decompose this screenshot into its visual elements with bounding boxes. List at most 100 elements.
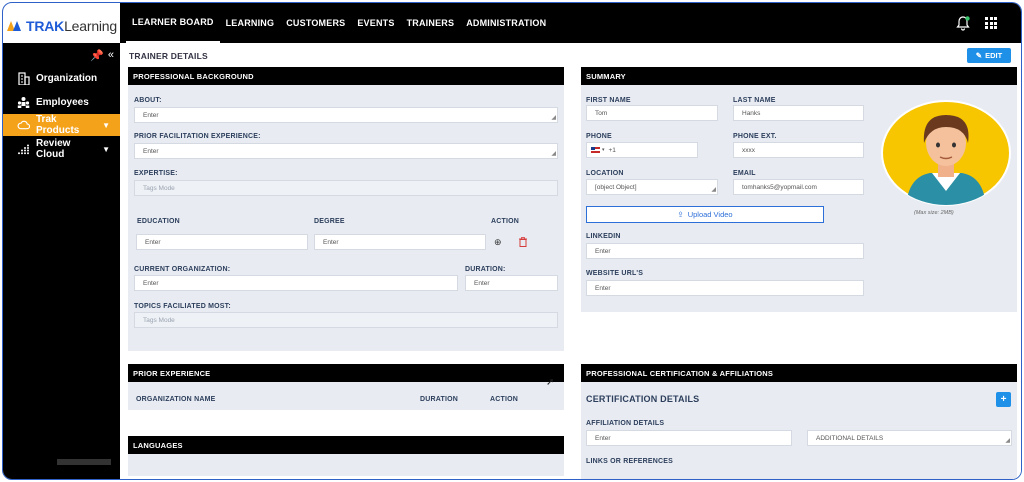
dots-icon xyxy=(17,143,30,156)
column-header-organization-name: ORGANIZATION NAME xyxy=(136,396,216,403)
website-label: WEBSITE URL'S xyxy=(586,270,644,277)
expertise-label: EXPERTISE: xyxy=(134,170,178,177)
building-icon xyxy=(17,71,30,85)
cloud-icon xyxy=(17,119,30,132)
trash-icon[interactable] xyxy=(519,237,527,249)
duration-input[interactable]: Enter xyxy=(465,275,558,291)
links-references-label: LINKS OR REFERENCES xyxy=(586,458,674,465)
panel-header: PRIOR EXPERIENCE xyxy=(128,364,564,382)
upload-video-button[interactable]: ⇪ Upload Video xyxy=(586,206,824,223)
app-window: TRAKLearning LEARNER BOARD LEARNING CUST… xyxy=(2,2,1022,480)
first-name-value: Tom xyxy=(595,109,608,117)
summary-panel: SUMMARY FIRST NAME Tom LAST NAME Hanks P… xyxy=(581,67,1017,312)
notification-bell-icon[interactable] xyxy=(955,15,971,31)
nav-customers[interactable]: CUSTOMERS xyxy=(280,3,351,43)
expertise-placeholder: Tags Mode xyxy=(143,184,175,192)
last-name-label: LAST NAME xyxy=(733,97,776,104)
location-label: LOCATION xyxy=(586,170,624,177)
linkedin-placeholder: Enter xyxy=(595,247,611,255)
education-input[interactable]: Enter xyxy=(136,234,308,250)
affiliation-input[interactable]: Enter xyxy=(586,430,792,446)
panel-header: PROFESSIONAL BACKGROUND xyxy=(128,67,564,85)
resize-handle-icon[interactable]: ◢ xyxy=(551,151,556,157)
sidebar-item-employees[interactable]: Employees xyxy=(3,91,120,113)
prior-experience-panel: PRIOR EXPERIENCE ORGANIZATION NAME DURAT… xyxy=(128,364,564,410)
email-input[interactable]: tomhanks5@yopmail.com xyxy=(733,179,864,195)
last-name-input[interactable]: Hanks xyxy=(733,105,864,121)
topbar-actions xyxy=(955,15,997,31)
phone-input[interactable]: ▾ +1 xyxy=(586,142,698,158)
topics-placeholder: Tags Mode xyxy=(143,316,175,324)
mouse-cursor-icon: ➚ xyxy=(546,377,555,388)
profile-avatar[interactable] xyxy=(880,99,1012,207)
resize-handle-icon[interactable]: ◢ xyxy=(1005,438,1010,444)
sidebar: 📌 « Organization Employees Trak Products… xyxy=(3,43,120,479)
sidebar-tools: 📌 « xyxy=(90,49,114,62)
add-circle-icon[interactable]: ⊕ xyxy=(494,237,502,248)
additional-details-placeholder: ADDITIONAL DETAILS xyxy=(816,434,884,442)
apps-grid-icon[interactable] xyxy=(985,17,997,29)
resize-handle-icon[interactable]: ◢ xyxy=(711,187,716,193)
current-organization-input[interactable]: Enter xyxy=(134,275,458,291)
nav-events[interactable]: EVENTS xyxy=(351,3,400,43)
website-input[interactable]: Enter xyxy=(586,280,864,296)
brand-name-part2: Learning xyxy=(64,18,117,34)
phone-ext-value: xxxx xyxy=(742,146,755,154)
education-label: EDUCATION xyxy=(137,218,180,225)
add-certification-button[interactable]: + xyxy=(996,392,1011,407)
degree-label: DEGREE xyxy=(314,218,345,225)
about-label: ABOUT: xyxy=(134,97,162,104)
panel-header: LANGUAGES xyxy=(128,436,564,454)
topics-label: TOPICS FACILIATED MOST: xyxy=(134,303,231,310)
avatar-caption: (Max size: 2MB) xyxy=(914,210,954,216)
top-navigation-bar: LEARNER BOARD LEARNING CUSTOMERS EVENTS … xyxy=(120,3,1021,43)
sidebar-item-label: Organization xyxy=(36,72,98,84)
sidebar-scrollbar[interactable] xyxy=(57,459,111,465)
degree-input[interactable]: Enter xyxy=(314,234,486,250)
expertise-tags-input[interactable]: Tags Mode xyxy=(134,180,558,196)
sidebar-item-review-cloud[interactable]: Review Cloud ▼ xyxy=(3,138,120,160)
phone-country-code: +1 xyxy=(608,146,616,154)
additional-details-input[interactable]: ADDITIONAL DETAILS ◢ xyxy=(807,430,1012,446)
nav-trainers[interactable]: TRAINERS xyxy=(401,3,461,43)
pin-icon[interactable]: 📌 xyxy=(90,49,104,62)
email-value: tomhanks5@yopmail.com xyxy=(742,183,817,191)
current-organization-label: CURRENT ORGANIZATION: xyxy=(134,266,231,273)
current-organization-placeholder: Enter xyxy=(143,279,159,287)
location-input[interactable]: [object Object] ◢ xyxy=(586,179,718,195)
people-icon xyxy=(17,96,30,109)
about-input[interactable]: Enter ◢ xyxy=(134,107,558,123)
topics-tags-input[interactable]: Tags Mode xyxy=(134,312,558,328)
page-title: TRAINER DETAILS xyxy=(129,51,208,61)
prior-facilitation-input[interactable]: Enter ◢ xyxy=(134,143,558,159)
panel-header: SUMMARY xyxy=(581,67,1017,85)
chevron-down-icon: ▼ xyxy=(102,144,110,154)
collapse-sidebar-icon[interactable]: « xyxy=(108,49,114,62)
sidebar-item-label: Employees xyxy=(36,96,89,108)
linkedin-input[interactable]: Enter xyxy=(586,243,864,259)
duration-label: DURATION: xyxy=(465,266,506,273)
column-header-action: ACTION xyxy=(490,396,519,403)
first-name-input[interactable]: Tom xyxy=(586,105,718,121)
chevron-down-icon: ▼ xyxy=(102,120,110,130)
nav-administration[interactable]: ADMINISTRATION xyxy=(460,3,552,43)
nav-learner-board[interactable]: LEARNER BOARD xyxy=(126,3,220,43)
brand-logo[interactable]: TRAKLearning xyxy=(7,11,121,41)
edit-button[interactable]: ✎ EDIT xyxy=(967,48,1011,63)
upload-icon: ⇪ xyxy=(677,210,684,219)
nav-learning[interactable]: LEARNING xyxy=(220,3,281,43)
column-header-duration: DURATION xyxy=(420,396,459,403)
phone-ext-input[interactable]: xxxx xyxy=(733,142,864,158)
resize-handle-icon[interactable]: ◢ xyxy=(551,115,556,121)
action-label: ACTION xyxy=(491,218,520,225)
brand-name: TRAKLearning xyxy=(26,18,117,34)
us-flag-icon[interactable] xyxy=(591,147,600,153)
professional-background-panel: PROFESSIONAL BACKGROUND ABOUT: Enter ◢ P… xyxy=(128,67,564,351)
brand-name-part1: TRAK xyxy=(26,18,65,34)
sidebar-item-organization[interactable]: Organization xyxy=(3,67,120,89)
edit-button-label: EDIT xyxy=(985,51,1003,60)
logo-mark-icon xyxy=(7,19,23,34)
sidebar-item-trak-products[interactable]: Trak Products ▼ xyxy=(3,114,120,136)
panel-header: PROFESSIONAL CERTIFICATION & AFFILIATION… xyxy=(581,364,1017,382)
education-placeholder: Enter xyxy=(145,238,161,246)
